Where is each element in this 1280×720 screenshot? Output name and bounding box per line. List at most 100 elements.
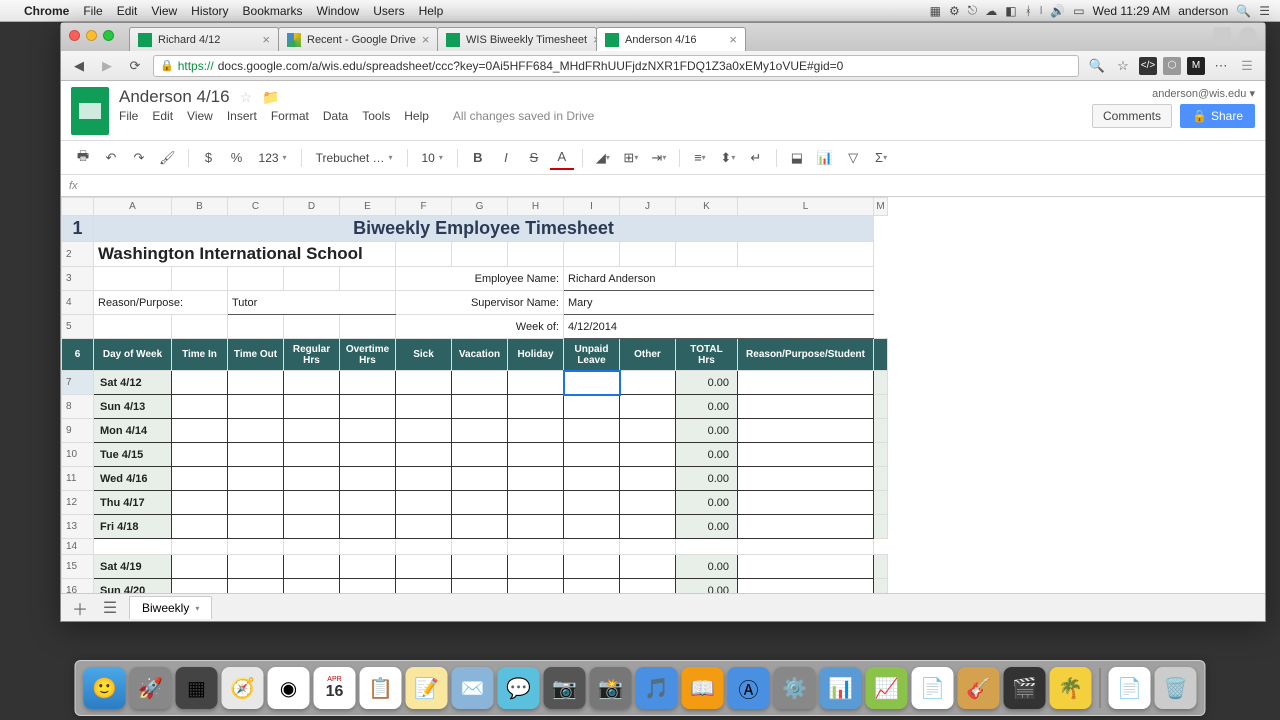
day-cell[interactable]: Mon 4/14 (94, 419, 172, 443)
cell[interactable] (228, 443, 284, 467)
cell[interactable] (738, 395, 874, 419)
trash-icon[interactable]: 🗑️ (1155, 667, 1197, 709)
table-header[interactable]: UnpaidLeave (564, 339, 620, 371)
cell[interactable] (738, 242, 874, 267)
undo-icon[interactable]: ↶ (99, 146, 123, 170)
table-header[interactable]: Reason/Purpose/Student (738, 339, 874, 371)
mac-menu-help[interactable]: Help (419, 4, 444, 18)
tab-close-icon[interactable]: × (262, 32, 270, 47)
window-zoom[interactable] (103, 30, 114, 41)
cell[interactable] (284, 515, 340, 539)
cell[interactable] (564, 467, 620, 491)
mac-menu-view[interactable]: View (151, 4, 177, 18)
menubar-icon[interactable]: ⎋ (968, 3, 978, 18)
cell[interactable] (564, 443, 620, 467)
cell[interactable] (564, 555, 620, 579)
cell[interactable] (172, 395, 228, 419)
cell[interactable] (228, 579, 284, 594)
merge-icon[interactable]: ⇥▾ (647, 146, 671, 170)
day-cell[interactable]: Sat 4/19 (94, 555, 172, 579)
mac-menu-file[interactable]: File (83, 4, 102, 18)
user-email[interactable]: anderson@wis.edu ▾ (1152, 87, 1255, 100)
cell[interactable] (172, 539, 228, 555)
align-icon[interactable]: ≡▾ (688, 146, 712, 170)
star-icon[interactable]: ☆ (1113, 56, 1133, 76)
row-header[interactable]: 1 (62, 216, 94, 242)
table-header[interactable]: Other (620, 339, 676, 371)
cell[interactable] (94, 267, 172, 291)
all-sheets-button[interactable]: ☰ (99, 598, 121, 618)
row-header[interactable]: 10 (62, 443, 94, 467)
menu-data[interactable]: Data (323, 109, 348, 123)
cell[interactable] (340, 443, 396, 467)
cell[interactable] (340, 267, 396, 291)
spotlight-icon[interactable]: 🔍 (1236, 4, 1251, 18)
row-header[interactable]: 2 (62, 242, 94, 267)
total-cell[interactable]: 0.00 (676, 467, 738, 491)
sheet-title[interactable]: Biweekly Employee Timesheet (94, 216, 874, 242)
cell[interactable] (738, 539, 874, 555)
week-of-label[interactable]: Week of: (396, 315, 564, 339)
share-button[interactable]: 🔒Share (1180, 104, 1255, 128)
tab-close-icon[interactable]: × (729, 32, 737, 47)
cell[interactable] (284, 395, 340, 419)
menu-insert[interactable]: Insert (227, 109, 257, 123)
cell[interactable] (508, 579, 564, 594)
link-icon[interactable]: ⬓ (785, 146, 809, 170)
cell[interactable] (228, 491, 284, 515)
supervisor-name[interactable]: Mary (564, 291, 874, 315)
col-header[interactable]: I (564, 198, 620, 216)
browser-tab[interactable]: Richard 4/12× (129, 27, 279, 51)
cell[interactable] (452, 539, 508, 555)
cell[interactable] (284, 491, 340, 515)
borders-icon[interactable]: ⊞▾ (619, 146, 643, 170)
cell[interactable] (874, 515, 888, 539)
total-cell[interactable]: 0.00 (676, 419, 738, 443)
total-cell[interactable]: 0.00 (676, 515, 738, 539)
cell[interactable] (508, 419, 564, 443)
employee-label[interactable]: Employee Name: (396, 267, 564, 291)
cell[interactable] (564, 515, 620, 539)
cell[interactable] (228, 419, 284, 443)
cell[interactable] (340, 491, 396, 515)
cell[interactable] (172, 419, 228, 443)
keynote-icon[interactable]: 📊 (820, 667, 862, 709)
chrome-fullscreen-icon[interactable] (1213, 27, 1231, 45)
row-header[interactable]: 9 (62, 419, 94, 443)
table-header[interactable]: Holiday (508, 339, 564, 371)
total-cell[interactable]: 0.00 (676, 579, 738, 594)
cell[interactable] (738, 443, 874, 467)
col-header[interactable]: F (396, 198, 452, 216)
cell[interactable] (172, 467, 228, 491)
cell[interactable] (620, 555, 676, 579)
col-header[interactable]: L (738, 198, 874, 216)
cell[interactable] (874, 467, 888, 491)
mail-icon[interactable]: ✉️ (452, 667, 494, 709)
pages-icon[interactable]: 📄 (912, 667, 954, 709)
chrome-icon[interactable]: ◉ (268, 667, 310, 709)
format-number[interactable]: 123 ▾ (253, 149, 293, 167)
col-header[interactable]: G (452, 198, 508, 216)
cell[interactable] (564, 539, 620, 555)
cell[interactable] (508, 555, 564, 579)
org-name[interactable]: Washington International School (94, 242, 396, 267)
col-header[interactable]: E (340, 198, 396, 216)
cell[interactable] (396, 419, 452, 443)
supervisor-label[interactable]: Supervisor Name: (396, 291, 564, 315)
cell[interactable] (564, 242, 620, 267)
cell[interactable] (508, 467, 564, 491)
cell[interactable] (738, 555, 874, 579)
row-header[interactable]: 11 (62, 467, 94, 491)
row-header[interactable]: 12 (62, 491, 94, 515)
finder-icon[interactable]: 🙂 (84, 667, 126, 709)
cell[interactable] (452, 555, 508, 579)
col-header[interactable]: B (172, 198, 228, 216)
messages-icon[interactable]: 💬 (498, 667, 540, 709)
day-cell[interactable]: Sat 4/12 (94, 371, 172, 395)
star-icon[interactable]: ☆ (240, 89, 253, 106)
notes-icon[interactable]: 📝 (406, 667, 448, 709)
cell[interactable] (620, 539, 676, 555)
sheet-tab-biweekly[interactable]: Biweekly ▾ (129, 596, 212, 619)
zoom-icon[interactable]: 🔍 (1087, 56, 1107, 76)
day-cell[interactable]: Sun 4/20 (94, 579, 172, 594)
